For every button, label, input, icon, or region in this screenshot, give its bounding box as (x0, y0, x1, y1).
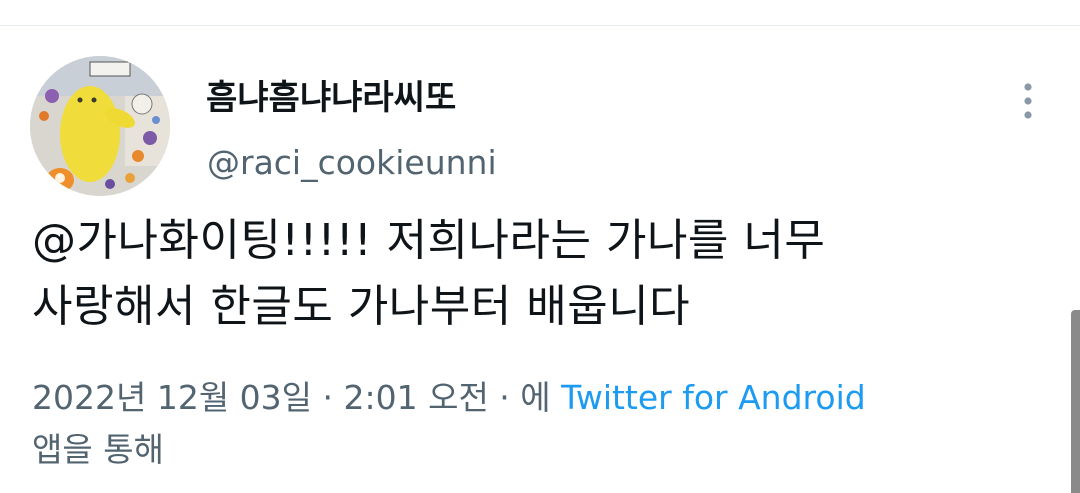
tweet-meta: 2022년 12월 03일 · 2:01 오전 · 에 Twitter for … (32, 372, 1062, 476)
vertical-ellipsis-icon (1024, 83, 1032, 119)
yellow-plush-character-avatar-icon (30, 56, 170, 196)
author-handle[interactable]: @raci_cookieunni (207, 143, 497, 183)
tweet-text-line: @가나화이팅!!!!! 저희나라는 가나를 너무 (32, 215, 826, 266)
tweet-source-suffix: 앱을 통해 (32, 430, 164, 469)
more-options-button[interactable] (1010, 78, 1046, 124)
top-divider (0, 25, 1080, 26)
tweet-text: @가나화이팅!!!!! 저희나라는 가나를 너무 사랑해서 한글도 가나부터 배… (32, 208, 1042, 340)
tweet-text-line: 사랑해서 한글도 가나부터 배웁니다 (32, 281, 691, 332)
tweet-source-link[interactable]: Twitter for Android (561, 378, 866, 417)
avatar[interactable] (30, 56, 170, 196)
tweet-timestamp[interactable]: 2022년 12월 03일 · 2:01 오전 · 에 (32, 378, 551, 417)
tweet-meta-row: 2022년 12월 03일 · 2:01 오전 · 에 Twitter for … (32, 372, 1062, 424)
scrollbar[interactable] (1071, 310, 1080, 493)
author-display-name[interactable]: 흠냐흠냐냐라씨또 (206, 78, 456, 118)
